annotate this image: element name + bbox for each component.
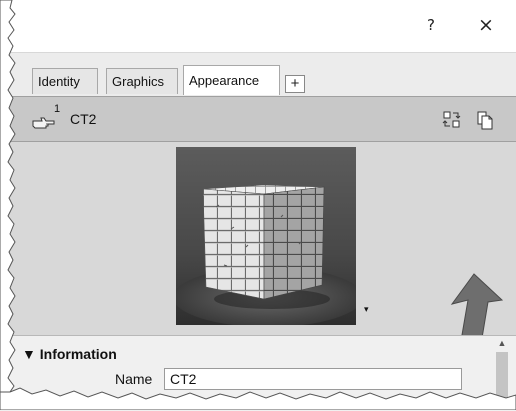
- information-section: ▼ Information Name: [0, 335, 516, 411]
- title-bar: ? ×: [0, 0, 516, 52]
- object-index: 1: [54, 103, 61, 115]
- swap-icon[interactable]: [441, 109, 463, 131]
- copy-pages-icon[interactable]: [474, 109, 496, 131]
- dialog-window: ? × Identity Graphics Appearance + 1 CT2: [0, 0, 516, 411]
- object-name: CT2: [70, 111, 97, 127]
- tab-graphics[interactable]: Graphics: [106, 68, 178, 94]
- tab-appearance[interactable]: Appearance: [183, 65, 280, 95]
- hand-pointer-icon: [32, 117, 55, 129]
- scroll-up-icon[interactable]: ▲: [494, 336, 510, 350]
- information-header[interactable]: ▼ Information: [22, 346, 117, 362]
- tab-identity[interactable]: Identity: [32, 68, 98, 94]
- help-button[interactable]: ?: [420, 14, 442, 36]
- scrollbar-thumb[interactable]: [496, 352, 508, 410]
- name-label: Name: [115, 371, 153, 387]
- add-tab-button[interactable]: +: [285, 75, 305, 93]
- name-field[interactable]: [164, 368, 462, 390]
- appearance-preview-area: ▾: [0, 142, 516, 375]
- object-header-bar: 1 CT2: [0, 96, 516, 142]
- vertical-scrollbar[interactable]: ▲: [494, 336, 510, 410]
- close-button[interactable]: ×: [474, 14, 498, 36]
- tab-bar: Identity Graphics Appearance +: [0, 52, 516, 97]
- material-thumbnail[interactable]: [176, 147, 356, 325]
- dropdown-triangle-icon[interactable]: ▾: [364, 304, 369, 315]
